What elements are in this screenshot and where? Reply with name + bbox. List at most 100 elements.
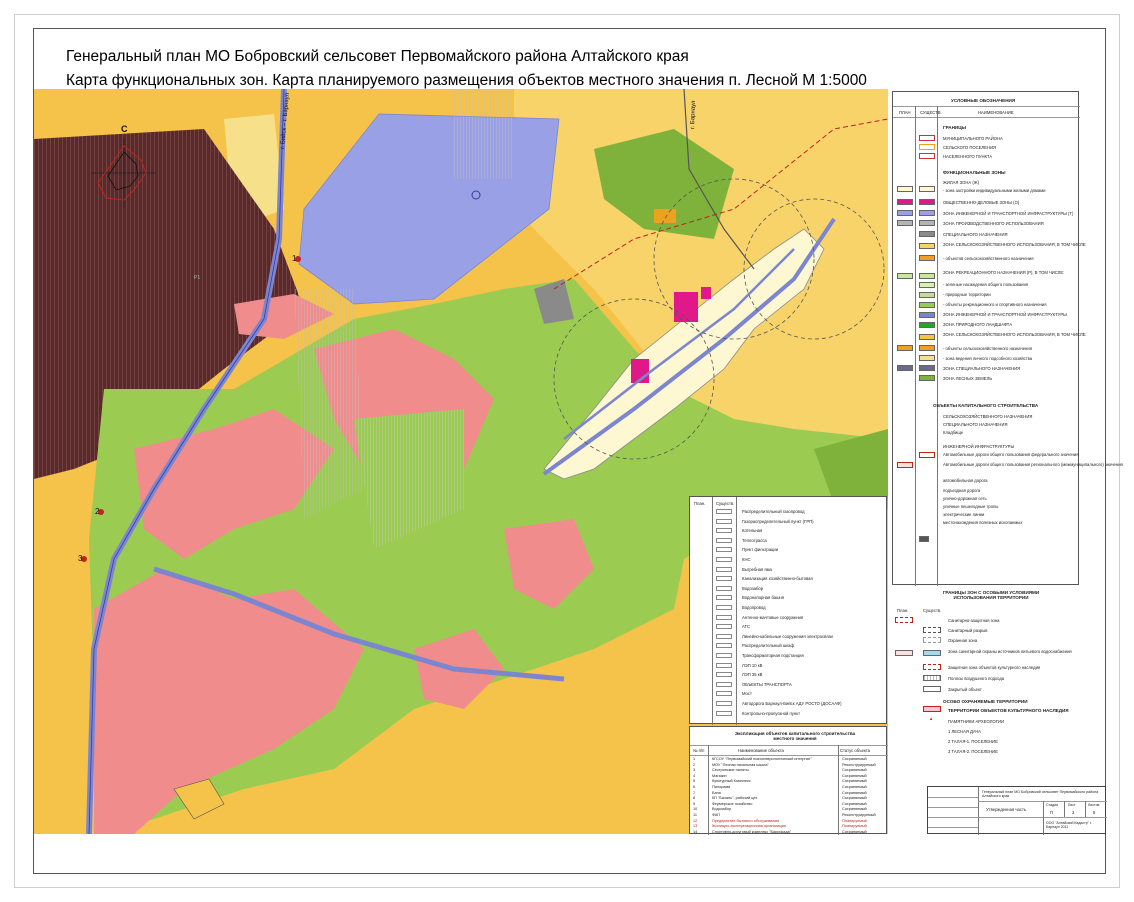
swatch-recreation (919, 273, 935, 279)
eng-swatch (716, 633, 732, 639)
swatch-air-approach (923, 675, 941, 681)
legend-boundary-district: МУНИЦИПАЛЬНОГО РАЙОНА (943, 136, 1003, 141)
eng-swatch (716, 547, 732, 553)
explication-cell: Сохраняемый (842, 790, 867, 795)
swatch-security (923, 637, 941, 643)
eng-swatch (716, 576, 732, 582)
legend-zone-18: ЗОНА ЛЕСНЫХ ЗЕМЕЛЬ (943, 376, 993, 381)
eng-item: Водопровод (742, 605, 766, 610)
legend-zone-15: - объекты сельскохозяйственного назначен… (943, 346, 1032, 351)
explication-cell: 6 (693, 785, 696, 789)
legend-engineering: План. Существ. Распределительный газопро… (689, 496, 887, 725)
explication-cell: Сохраняемый (842, 757, 867, 761)
explication-cell: Сестринские палаты (712, 768, 749, 773)
explication-cell: Реконструируемый (842, 813, 876, 817)
legend-object-8: улично-дорожная сеть (943, 496, 987, 501)
swatch-sanitary (895, 617, 913, 623)
explication-cell: Сохраняемый (842, 796, 867, 801)
eng-swatch (716, 595, 732, 601)
explication-cell: 14 (693, 829, 698, 834)
legend-object-6: автомобильная дорога (943, 478, 988, 483)
stamp-org: ООО "Алтайский Кадастр" г. Барнаул 2011 (1046, 821, 1092, 829)
road-label-north: г. Барнаул (690, 100, 697, 129)
restr-item-1: Санитарный разрыв (948, 628, 988, 633)
swatch-natural (919, 292, 935, 298)
swatch-private-plots (919, 355, 935, 361)
legend-zone-16: - зона ведения личного подсобного хозяйс… (943, 356, 1033, 361)
legend-zone-10: - природные территории (943, 292, 991, 297)
swatch-road-regional-plan (897, 462, 913, 468)
explication-cell: Планируемый (842, 818, 867, 823)
eng-item: Водозабор (742, 585, 764, 591)
zone-hatched-southwest (294, 289, 364, 519)
restr-monuments-header: ПАМЯТНИКИ АРХЕОЛОГИИ (948, 719, 1005, 724)
legend-zone-13: ЗОНА ПРИРОДНОГО ЛАНДШАФТА (943, 322, 1013, 327)
swatch-transport (919, 210, 935, 216)
restr-section-protected: ОСОБО ОХРАНЯЕМЫЕ ТЕРРИТОРИИ (943, 699, 1028, 704)
swatch-boundary-locality (919, 153, 935, 159)
eng-item: Антенно-мачтовые сооружения (742, 614, 804, 620)
monument-label-1: 1 (292, 254, 297, 263)
map-subtitle: Карта функциональных зон. Карта планируе… (66, 72, 867, 89)
explication-cell: Фермерское хозяйство (712, 801, 753, 806)
legend-col-plan: ПЛАН (899, 110, 911, 115)
explication-cell: Спортивно-досуговый комплекс "Баррикада" (712, 829, 792, 834)
legend-boundary-locality: НАСЕЛЕННОГО ПУНКТА (943, 154, 993, 159)
explication-cell: Магазин (712, 773, 727, 778)
explication-cell: Планируемый (842, 824, 867, 829)
legend-zone-4: ЗОНА ПРОИЗВОДСТВЕННОГО ИСПОЛЬЗОВАНИЯ (943, 221, 1044, 226)
compass-rose (91, 138, 156, 208)
swatch-closed-object (923, 686, 941, 692)
explication-cell: 9 (693, 801, 696, 806)
stamp-label-sheets: Листов (1088, 803, 1100, 807)
swatch-boundary-settlement (919, 144, 935, 150)
eng-swatch (716, 557, 732, 562)
swatch-green-public (919, 282, 935, 288)
stamp-sheet-title: Утвержденная часть (986, 807, 1027, 812)
swatch-production-plan (897, 220, 913, 226)
zone-special-gray-2 (654, 209, 676, 223)
explication-cell: 3 (693, 768, 696, 773)
swatch-sport (919, 302, 935, 308)
legend-zone-17: ЗОНА СПЕЦИАЛЬНОГО НАЗНАЧЕНИЯ (943, 366, 1021, 371)
explication-cell: 7 (693, 790, 696, 795)
explication-cell: Реконструируемый (842, 762, 876, 767)
eng-swatch (716, 566, 732, 572)
eng-swatch (716, 643, 732, 649)
explication-cell: Сохраняемый (842, 779, 867, 784)
eng-item: КНС (742, 557, 751, 562)
restr-item-4: Защитная зона объектов культурного насле… (948, 665, 1041, 670)
restr-item-6: Закрытый объект (948, 687, 982, 692)
eng-item: Пункт фильтрации (742, 547, 779, 553)
swatch-special-2-plan (897, 365, 913, 371)
legend-section-boundaries: ГРАНИЦЫ (943, 125, 967, 130)
stamp-value-stage: П (1050, 810, 1054, 815)
eng-swatch (716, 624, 732, 630)
eng-item: Линейно-кабельные сооружения электросвяз… (742, 633, 833, 639)
explication-cell: Баня (712, 790, 721, 795)
swatch-road-federal (919, 452, 935, 458)
eng-swatch (716, 537, 732, 543)
explication-cell: Жилищно-эксплуатационная организация (712, 824, 786, 829)
stamp-project: Генеральный план МО Бобровский сельсовет… (982, 790, 1099, 798)
explication-cell: 13 (693, 824, 698, 829)
legend-object-11: местонахождения полезных ископаемых (943, 520, 1023, 525)
title-stamp: Генеральный план МО Бобровский сельсовет… (927, 786, 1107, 835)
monument-triangle-icon: ▲ (929, 716, 934, 721)
eng-item: Газораспределительный пункт (ГРП) (742, 518, 814, 524)
explication-cell: 11 (693, 813, 697, 817)
explication-cell: 4 (693, 773, 696, 778)
restr-item-5: Полосы воздушного подхода (948, 676, 1005, 681)
restr-col-plan: План. (897, 608, 909, 613)
explication-cell: КГСОУ "Первомайский психоневрологический… (712, 757, 812, 761)
legend-col-name: НАИМЕНОВАНИЕ (978, 110, 1014, 115)
explication-cell: Сохраняемый (842, 807, 867, 812)
explication-cell: КП "Бачаль", рабочий цех (712, 796, 758, 801)
eng-item: Распределительный газопровод (742, 509, 805, 514)
legend-section-zones: ФУНКЦИОНАЛЬНЫЕ ЗОНЫ (943, 170, 1006, 175)
stamp-label-stage: Стадия (1046, 803, 1058, 807)
zone-hatched-north (454, 89, 514, 179)
stamp-label-sheet: Лист (1068, 803, 1076, 807)
legend-zone-0: ЖИЛАЯ ЗОНА (Ж) (943, 180, 979, 185)
eng-swatch (716, 672, 732, 678)
